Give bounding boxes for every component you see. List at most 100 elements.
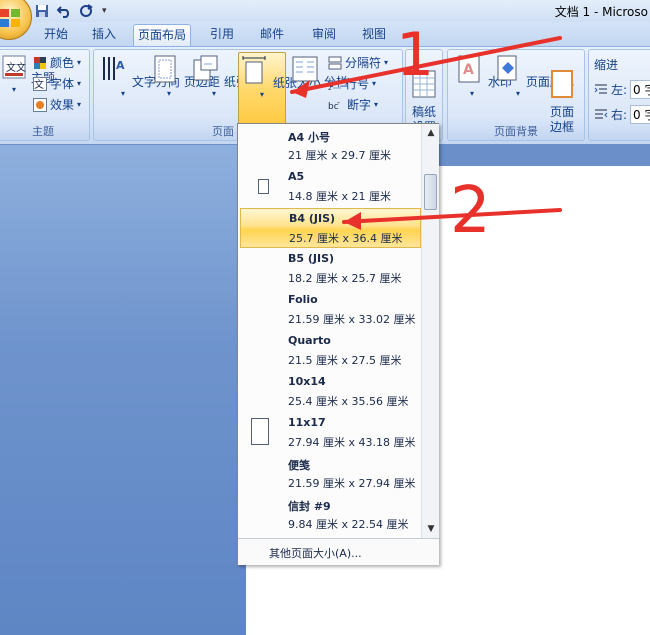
undo-icon[interactable] (56, 3, 72, 19)
breaks-icon (328, 56, 342, 69)
workspace-background (0, 145, 246, 635)
paper-size-item-11x17[interactable]: 11x17 27.94 厘米 x 43.18 厘米 (240, 413, 421, 453)
paper-size-dimensions: 9.84 厘米 x 22.54 厘米 (288, 518, 409, 531)
page-thumbnail-icon (251, 418, 269, 445)
paper-size-dimensions: 18.2 厘米 x 25.7 厘米 (288, 272, 402, 285)
hyphenation-dropdown-icon: ▾ (374, 100, 379, 109)
tab-references[interactable]: 引用 (200, 24, 244, 46)
themes-button[interactable]: 文文 主题 ▾ (1, 54, 55, 94)
paper-size-icon (242, 56, 266, 84)
scroll-down-icon[interactable]: ▼ (422, 522, 440, 536)
effects-label: 效果 (50, 98, 75, 112)
paper-size-dimensions: 21.59 厘米 x 33.02 厘米 (288, 313, 416, 326)
svg-text:文: 文 (34, 78, 44, 91)
line-numbers-button[interactable]: 12 行号 ▾ (328, 75, 376, 92)
paper-size-name: A5 (288, 170, 305, 183)
tab-home[interactable]: 开始 (34, 24, 78, 46)
paper-size-item-10x14[interactable]: 10x14 25.4 厘米 x 35.56 厘米 (240, 372, 421, 412)
paper-size-item-b5-jis[interactable]: B5 (JIS) 18.2 厘米 x 25.7 厘米 (240, 249, 421, 289)
more-paper-sizes-item[interactable]: 其他页面大小(A)... (238, 538, 439, 565)
paper-size-item-quarto[interactable]: Quarto 21.5 厘米 x 27.5 厘米 (240, 331, 421, 371)
draft-paper-icon (412, 70, 436, 98)
fonts-label: 字体 (50, 77, 75, 91)
orientation-button[interactable]: 纸张方向 ▾ (190, 54, 272, 98)
themes-icon: 文文 (2, 55, 26, 79)
tab-review[interactable]: 审阅 (302, 24, 346, 46)
paper-size-item-a5[interactable]: A5 14.8 厘米 x 21 厘米 (240, 167, 421, 207)
svg-text:文文: 文文 (6, 61, 26, 74)
qat-customize-icon[interactable]: ▾ (102, 6, 107, 16)
paper-size-dropdown-icon: ▾ (259, 90, 264, 99)
title-bar: ▾ 文档 1 - Microso (0, 0, 650, 40)
tab-mailings[interactable]: 邮件 (250, 24, 294, 46)
fonts-dropdown-icon: ▾ (77, 79, 82, 88)
theme-fonts-button[interactable]: 文 字体 ▾ (33, 75, 81, 92)
theme-effects-button[interactable]: 效果 ▾ (33, 96, 81, 113)
paper-size-dimensions: 21.59 厘米 x 27.94 厘米 (288, 477, 416, 490)
paper-size-item-folio[interactable]: Folio 21.59 厘米 x 33.02 厘米 (240, 290, 421, 330)
paper-size-item-letter[interactable]: 便笺 21.59 厘米 x 27.94 厘米 (240, 454, 421, 494)
paper-size-name: 便笺 (288, 459, 310, 472)
tab-page-layout[interactable]: 页面布局 (133, 24, 191, 46)
margins-dropdown-icon: ▾ (166, 89, 171, 98)
paper-size-item-a4-small[interactable]: A4 小号 21 厘米 x 29.7 厘米 (240, 126, 421, 166)
tab-view[interactable]: 视图 (352, 24, 396, 46)
indent-left-input[interactable]: 0 字 (630, 80, 650, 99)
indent-right-row: 右: 0 字 (594, 105, 650, 124)
scroll-thumb[interactable] (424, 174, 437, 210)
paper-size-dimensions: 25.4 厘米 x 35.56 厘米 (288, 395, 409, 408)
paper-size-button[interactable]: 纸张大小 ▾ (238, 52, 321, 128)
watermark-button[interactable]: A 水印 ▾ (454, 54, 512, 98)
page-background-group: A 水印 ▾ 页面颜色 ▾ 页面 边框 页面背景 (447, 49, 585, 141)
hyphenation-button[interactable]: bc - 断字 ▾ (328, 96, 378, 113)
paper-size-dimensions: 14.8 厘米 x 21 厘米 (288, 190, 391, 203)
margins-button[interactable]: 页边距 ▾ (150, 54, 220, 98)
scroll-up-icon[interactable]: ▲ (422, 126, 440, 140)
redo-icon[interactable] (78, 3, 94, 19)
save-icon[interactable] (34, 3, 50, 19)
effects-icon (33, 97, 47, 112)
indent-right-input[interactable]: 0 字 (630, 105, 650, 124)
paper-size-name: 信封 #9 (288, 500, 331, 513)
paper-size-dimensions: 25.7 厘米 x 36.4 厘米 (289, 232, 403, 245)
indent-label: 缩进 (594, 58, 619, 72)
paper-size-item-envelope-9[interactable]: 信封 #9 9.84 厘米 x 22.54 厘米 (240, 495, 421, 535)
paper-size-dimensions: 21 厘米 x 29.7 厘米 (288, 149, 391, 162)
orientation-icon (193, 55, 218, 81)
quick-access-toolbar: ▾ (34, 3, 107, 19)
indent-left-label: 左: (611, 83, 628, 97)
paper-size-name: 10x14 (288, 375, 326, 388)
colors-dropdown-icon: ▾ (77, 58, 82, 67)
line-numbers-icon: 12 (328, 78, 341, 91)
margins-icon (154, 55, 176, 83)
sogou-logo-icon (472, 548, 512, 588)
office-logo-icon (0, 9, 20, 27)
columns-icon (292, 56, 318, 82)
page-color-button[interactable]: 页面颜色 ▾ (492, 54, 574, 98)
paper-size-list: A4 小号 21 厘米 x 29.7 厘米 A5 14.8 厘米 x 21 厘米… (238, 124, 421, 538)
paper-size-dropdown: A4 小号 21 厘米 x 29.7 厘米 A5 14.8 厘米 x 21 厘米… (237, 123, 439, 565)
paper-size-dimensions: 27.94 厘米 x 43.18 厘米 (288, 436, 416, 449)
svg-text:2: 2 (328, 85, 332, 91)
more-paper-sizes-label: 其他页面大小(A)... (269, 547, 362, 560)
breaks-button[interactable]: 分隔符 ▾ (328, 54, 388, 71)
text-direction-button[interactable]: A 文字方向 ▾ (98, 54, 180, 98)
theme-colors-button[interactable]: 颜色 ▾ (33, 54, 81, 71)
colors-label: 颜色 (50, 56, 75, 70)
indent-left-icon (594, 84, 607, 93)
breaks-label: 分隔符 (345, 56, 382, 70)
theme-group-label: 主题 (32, 125, 54, 138)
paper-size-name: Quarto (288, 334, 331, 347)
tab-insert[interactable]: 插入 (82, 24, 126, 46)
paper-size-dimensions: 21.5 厘米 x 27.5 厘米 (288, 354, 402, 367)
columns-button[interactable]: 分栏 ▾ (290, 54, 348, 98)
page-background-group-label: 页面背景 (494, 125, 538, 138)
paper-size-name: Folio (288, 293, 318, 306)
colors-icon (34, 56, 46, 69)
dropdown-scrollbar[interactable]: ▲ ▼ (421, 124, 439, 538)
paper-size-name: 11x17 (288, 416, 326, 429)
hyphenation-label: 断字 (347, 98, 372, 112)
paper-size-item-b4-jis[interactable]: B4 (JIS) 25.7 厘米 x 36.4 厘米 (240, 208, 421, 248)
window-title: 文档 1 - Microso (554, 5, 648, 19)
watermark-dropdown-icon: ▾ (469, 89, 474, 98)
